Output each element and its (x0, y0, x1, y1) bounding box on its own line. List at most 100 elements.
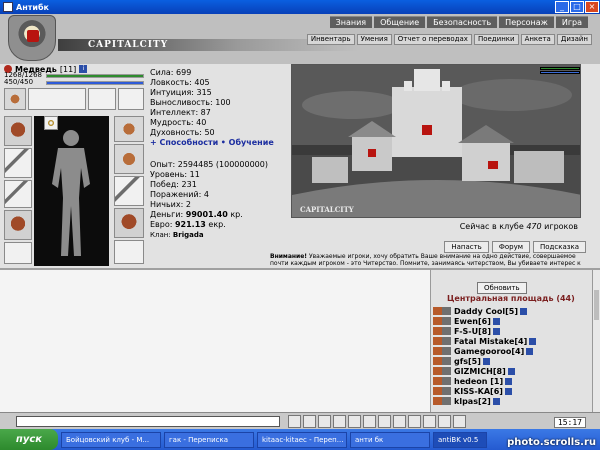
player-row[interactable]: GIZMICH[8] (433, 366, 589, 376)
player-name[interactable]: Fatal Mistake[4] (454, 337, 527, 346)
player-name[interactable]: GIZMICH[8] (454, 367, 506, 376)
chat-input[interactable] (16, 416, 280, 427)
forum-button[interactable]: Форум (491, 241, 530, 253)
subnav-inventory[interactable]: Инвентарь (306, 34, 355, 45)
player-row[interactable]: hedeon [1] (433, 376, 589, 386)
player-row[interactable]: gfs[5] (433, 356, 589, 366)
player-row[interactable]: Gamegooroo[4] (433, 346, 589, 356)
player-info-icon[interactable] (505, 377, 513, 385)
player-row[interactable]: F-S-U[8] (433, 326, 589, 336)
exit-icon[interactable] (453, 415, 466, 428)
window-title: Антибк (16, 2, 49, 12)
nav-security[interactable]: Безопасность (427, 16, 498, 28)
online-players-panel: Обновить Центральная площадь (44) Daddy … (430, 268, 600, 414)
edit-icon[interactable] (378, 415, 391, 428)
slot-weapon-right[interactable] (114, 176, 144, 206)
player-row[interactable]: Ewen[6] (433, 316, 589, 326)
online-suffix: игроков (544, 222, 578, 231)
slot-ring[interactable] (44, 116, 58, 130)
player-info-icon[interactable] (493, 327, 500, 335)
player-name[interactable]: Gamegooroo[4] (454, 347, 524, 356)
scene-caption: CAPITALCITY (300, 205, 354, 214)
nav-knowledge[interactable]: Знания (329, 16, 373, 28)
music-icon[interactable] (408, 415, 421, 428)
minimize-button[interactable]: _ (555, 1, 569, 13)
subnav-design[interactable]: Дизайн (556, 34, 592, 45)
player-name[interactable]: klpas[2] (454, 397, 491, 406)
refresh-button[interactable]: Обновить (477, 282, 527, 294)
stat-losses: Поражений: 4 (150, 190, 209, 199)
player-info-icon[interactable] (529, 337, 537, 345)
player-row[interactable]: Daddy Cool[5] (433, 306, 589, 316)
player-name[interactable]: Daddy Cool[5] (454, 307, 518, 316)
player-info-icon[interactable] (492, 317, 500, 325)
subnav-profile[interactable]: Анкета (520, 34, 555, 45)
player-name[interactable]: F-S-U[8] (454, 327, 491, 336)
taskbar-item-active[interactable]: antiBK v0.5 (433, 431, 487, 448)
save-icon[interactable] (363, 415, 376, 428)
player-row[interactable]: klpas[2] (433, 396, 589, 406)
player-info-icon[interactable] (482, 357, 490, 365)
sound-icon[interactable] (423, 415, 436, 428)
player-info-icon[interactable] (526, 347, 534, 355)
scene-indicator-bars (540, 67, 580, 75)
subnav-duels[interactable]: Поединки (473, 34, 519, 45)
abilities-link[interactable]: + Способности (150, 138, 218, 147)
players-scrollbar[interactable] (592, 270, 600, 414)
slot-bracers[interactable] (114, 116, 144, 142)
player-name[interactable]: hedeon [1] (454, 377, 503, 386)
taskbar-item[interactable]: анти бк (350, 431, 430, 448)
chat-area[interactable] (0, 268, 430, 412)
player-name[interactable]: Ewen[6] (454, 317, 491, 326)
player-row[interactable]: Fatal Mistake[4] (433, 336, 589, 346)
nav-game[interactable]: Игра (555, 16, 588, 28)
clan-value[interactable]: Brigada (173, 231, 204, 239)
taskbar-item[interactable]: гак - Переписка (164, 431, 254, 448)
attack-button[interactable]: Напасть (444, 241, 489, 253)
slot-amulet[interactable] (118, 88, 144, 110)
start-button[interactable]: пуск (0, 429, 58, 450)
slot-helmet[interactable] (4, 88, 26, 110)
player-row[interactable]: KISS-KA[6] (433, 386, 589, 396)
nav-communication[interactable]: Общение (374, 16, 426, 28)
sub-navigation: Инвентарь Умения Отчет о переводах Поеди… (306, 34, 592, 45)
slot-legs[interactable] (4, 242, 32, 264)
player-info-icon[interactable] (492, 397, 500, 405)
slot-dagger[interactable] (4, 180, 32, 208)
slot-belt[interactable] (28, 88, 86, 110)
player-name[interactable]: gfs[5] (454, 357, 481, 366)
scrollbar-thumb[interactable] (594, 290, 599, 320)
hint-button[interactable]: Подсказка (533, 241, 586, 253)
subnav-skills[interactable]: Умения (356, 34, 392, 45)
maximize-button[interactable]: □ (570, 1, 584, 13)
slot-earrings[interactable] (88, 88, 116, 110)
player-info-icon[interactable] (507, 367, 515, 375)
player-info-icon[interactable] (504, 387, 512, 395)
slot-weapon-left[interactable] (4, 148, 32, 178)
subnav-transfer-report[interactable]: Отчет о переводах (393, 34, 472, 45)
slot-pants[interactable] (114, 208, 144, 238)
training-link[interactable]: • Обучение (221, 138, 274, 147)
filter-icon[interactable] (333, 415, 346, 428)
city-scene[interactable]: CAPITALCITY (291, 64, 581, 218)
online-prefix: Сейчас в клубе (459, 222, 524, 231)
stat-draws: Ничьих: 2 (150, 200, 191, 209)
player-info-icon[interactable] (519, 307, 527, 315)
nav-character[interactable]: Персонаж (499, 16, 554, 28)
character-silhouette (52, 130, 90, 256)
smile-icon[interactable] (318, 415, 331, 428)
clear-icon[interactable] (303, 415, 316, 428)
taskbar-item[interactable]: kitaac-kitaec - Переп... (257, 431, 347, 448)
send-icon[interactable] (288, 415, 301, 428)
windows-taskbar: пуск Бойцовский клуб - М... гак - Перепи… (0, 429, 600, 450)
player-name[interactable]: KISS-KA[6] (454, 387, 503, 396)
people-icon[interactable] (393, 415, 406, 428)
slot-armor[interactable] (4, 210, 32, 240)
slot-boots[interactable] (114, 240, 144, 264)
taskbar-item[interactable]: Бойцовский клуб - М... (61, 431, 161, 448)
translit-icon[interactable] (348, 415, 361, 428)
slot-shoulders[interactable] (4, 116, 32, 146)
hand-icon[interactable] (438, 415, 451, 428)
slot-gloves[interactable] (114, 144, 144, 174)
close-button[interactable]: × (585, 1, 599, 13)
